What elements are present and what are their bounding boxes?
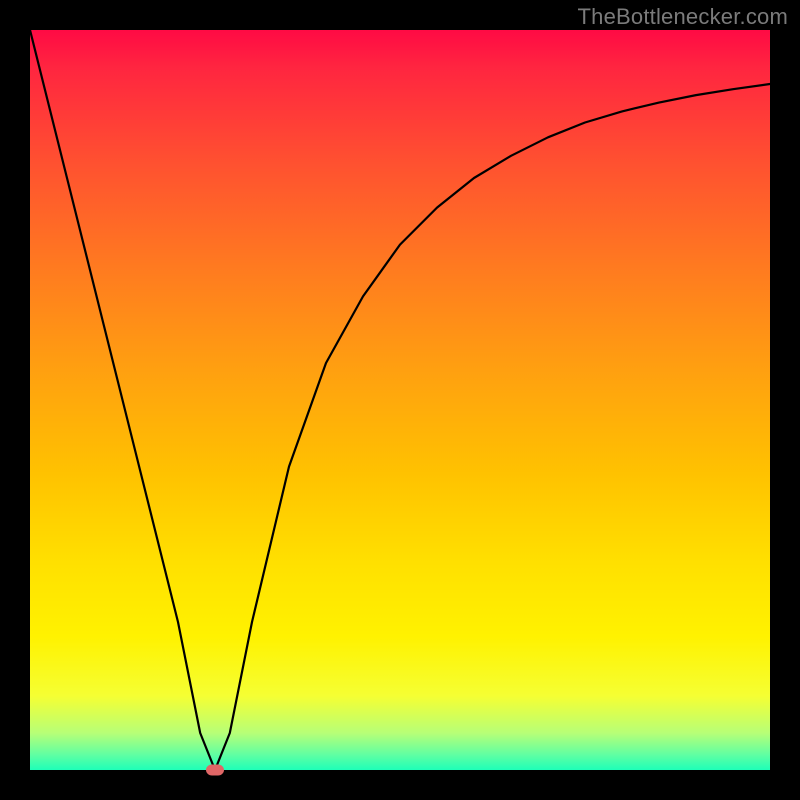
bottleneck-curve [30, 30, 770, 770]
watermark-text: TheBottlenecker.com [578, 4, 788, 30]
plot-area [30, 30, 770, 770]
minimum-marker [206, 765, 224, 776]
chart-container: TheBottlenecker.com [0, 0, 800, 800]
